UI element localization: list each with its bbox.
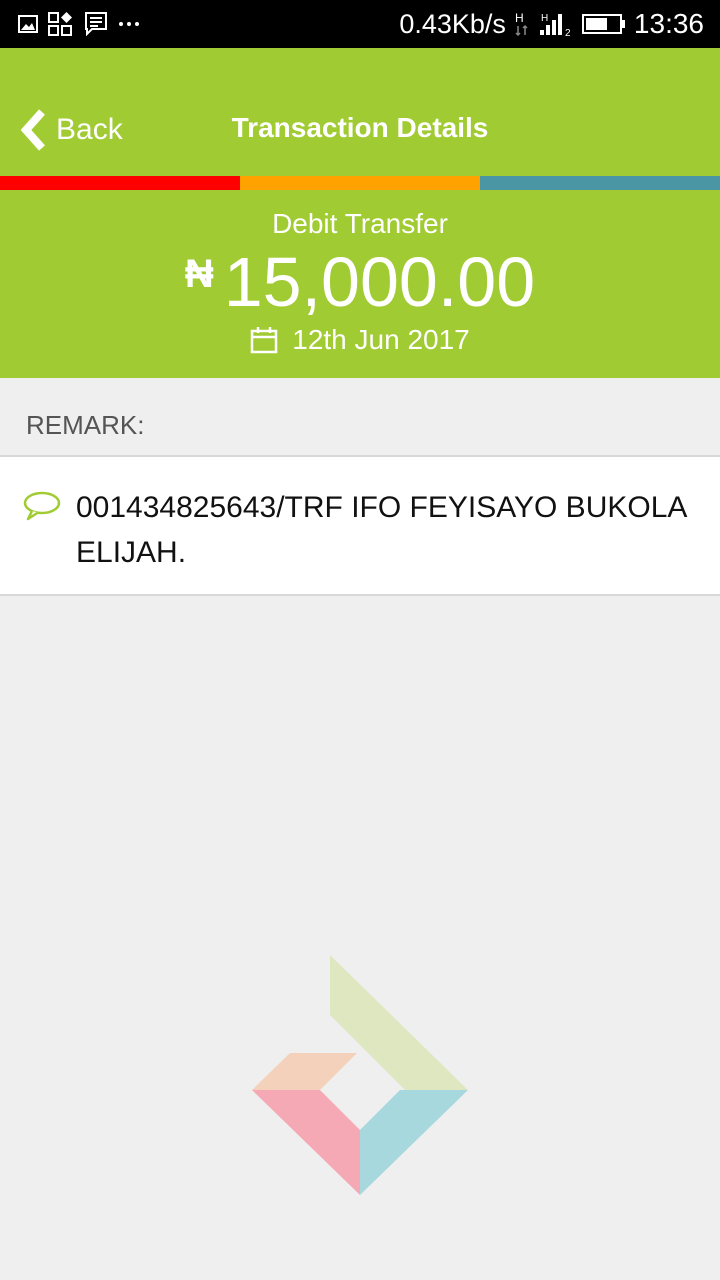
transaction-date: 12th Jun 2017	[292, 324, 470, 355]
network-speed: 0.43Kb/s	[399, 8, 506, 39]
speech-bubble-icon	[23, 491, 61, 521]
apps-icon	[48, 12, 72, 36]
stripe-teal	[480, 176, 720, 190]
battery-icon	[581, 14, 625, 34]
network-h-icon: H	[515, 11, 528, 37]
app-bar: Back Transaction Details	[0, 48, 720, 176]
logo-shape-bottom-right	[360, 1090, 468, 1195]
logo-shape-left	[252, 1053, 357, 1090]
status-indicators: 0.43Kb/s H H 2 13:36	[399, 6, 704, 42]
clock: 13:36	[633, 8, 704, 39]
svg-text:H: H	[515, 11, 524, 25]
signal-icon: H 2	[539, 13, 571, 38]
notification-icons	[18, 10, 140, 38]
remark-heading: REMARK:	[26, 410, 145, 440]
svg-text:2: 2	[565, 28, 571, 38]
logo-shape-bottom-left	[252, 1090, 360, 1195]
remark-text: 001434825643/TRF IFO FEYISAYO BUKOLA ELI…	[76, 491, 686, 569]
logo-shape-top	[330, 955, 468, 1090]
amount-row: ₦ 15,000.00	[0, 242, 720, 322]
page-title: Transaction Details	[231, 112, 489, 143]
calendar-icon	[251, 327, 278, 354]
more-icon	[119, 22, 139, 26]
svg-text:H: H	[541, 13, 548, 24]
image-icon	[18, 15, 38, 33]
brand-logo	[252, 955, 468, 1195]
transaction-summary: Debit Transfer ₦ 15,000.00 12th Jun 2017	[0, 190, 720, 378]
date-row: 12th Jun 2017	[0, 324, 720, 356]
currency-symbol: ₦	[184, 252, 214, 296]
transaction-type: Debit Transfer	[272, 208, 448, 239]
status-bar: 0.43Kb/s H H 2 13:36	[0, 0, 720, 48]
message-icon	[85, 12, 107, 37]
stripe-orange	[240, 176, 480, 190]
stripe-red	[0, 176, 240, 190]
remark-card: 001434825643/TRF IFO FEYISAYO BUKOLA ELI…	[0, 455, 720, 596]
transaction-amount: 15,000.00	[223, 243, 536, 321]
